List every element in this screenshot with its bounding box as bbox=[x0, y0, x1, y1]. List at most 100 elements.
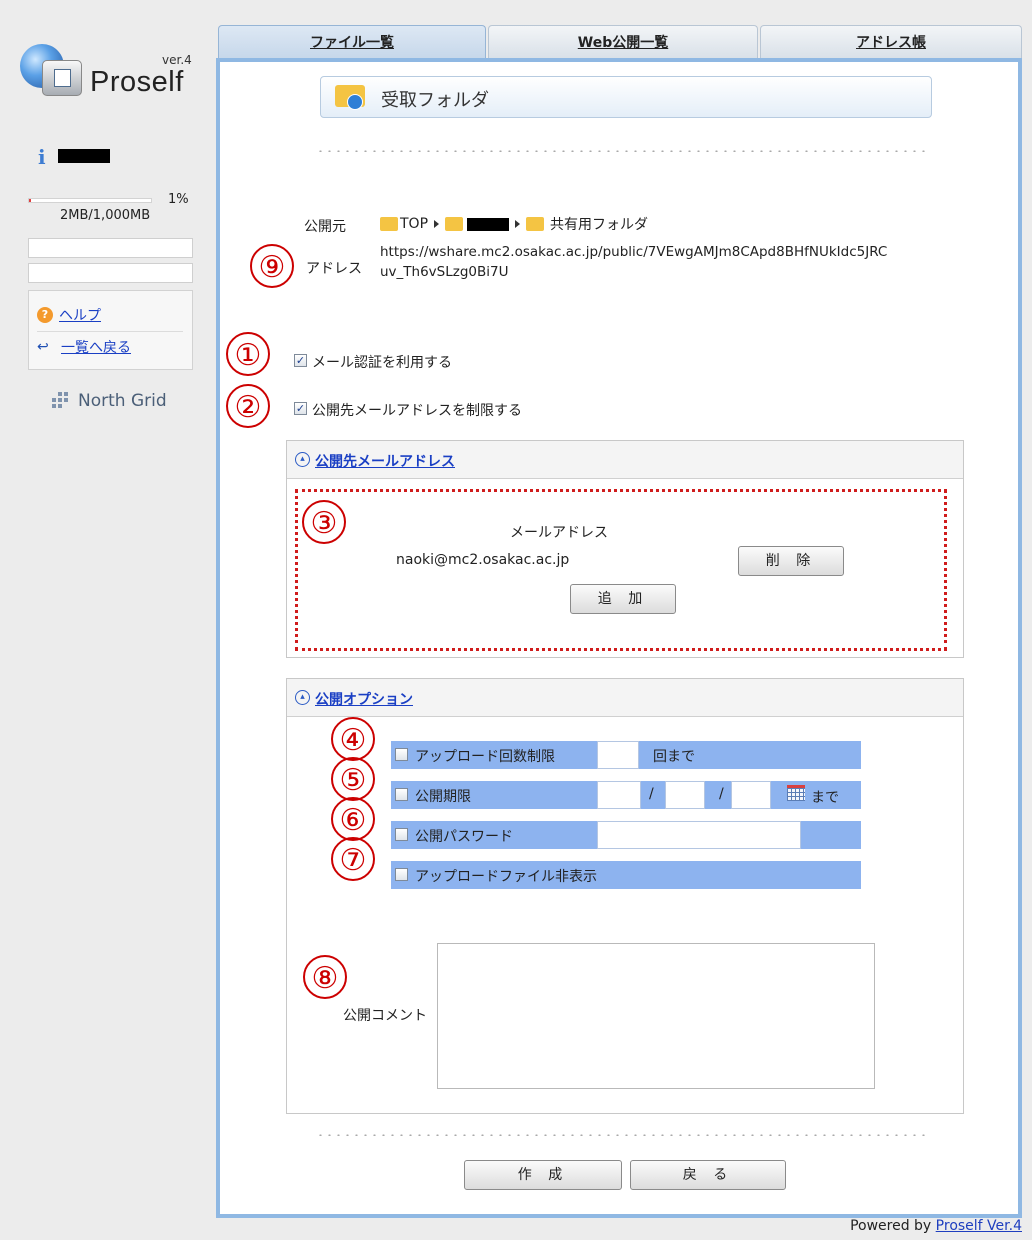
sidebar-empty-box bbox=[28, 238, 193, 258]
delete-button[interactable]: 削 除 bbox=[738, 546, 844, 576]
mail-address-section-header[interactable]: ▴ 公開先メールアドレス bbox=[287, 441, 963, 479]
quota-percent: 1% bbox=[168, 192, 189, 207]
user-folder-icon bbox=[445, 217, 464, 231]
quota-progress-bar bbox=[28, 198, 152, 203]
calendar-icon[interactable] bbox=[787, 785, 805, 801]
brand-name: Proself bbox=[90, 66, 184, 98]
expiry-year-input[interactable] bbox=[597, 781, 641, 809]
back-button[interactable]: 戻 る bbox=[630, 1160, 786, 1190]
tab-web-publish-list[interactable]: Web公開一覧 bbox=[488, 25, 758, 59]
redacted-username bbox=[58, 149, 110, 163]
breadcrumb-top[interactable]: TOP bbox=[400, 216, 428, 232]
back-to-list-label[interactable]: 一覧へ戻る bbox=[61, 337, 131, 357]
collapse-icon[interactable]: ▴ bbox=[295, 690, 310, 705]
north-grid-icon bbox=[52, 392, 68, 408]
back-to-list-link[interactable]: ↩ 一覧へ戻る bbox=[37, 335, 131, 359]
footer: Powered by Proself Ver.4 bbox=[850, 1218, 1022, 1234]
sidebar bbox=[10, 10, 206, 1210]
folder-title-bar: 受取フォルダ bbox=[320, 76, 932, 118]
divider bbox=[316, 1134, 930, 1136]
brand-version: ver.4 bbox=[162, 53, 192, 67]
publish-options-header[interactable]: ▴ 公開オプション bbox=[287, 679, 963, 717]
add-button[interactable]: 追 加 bbox=[570, 584, 676, 614]
folder-icon bbox=[335, 85, 365, 110]
breadcrumb: TOP 共有用フォルダ bbox=[380, 214, 648, 234]
hide-files-label: アップロードファイル非表示 bbox=[415, 869, 597, 885]
hide-files-row: アップロードファイル非表示 bbox=[391, 861, 861, 889]
annotation-6: ⑥ bbox=[331, 797, 375, 841]
breadcrumb-separator-icon bbox=[434, 220, 440, 228]
folder-title: 受取フォルダ bbox=[381, 90, 489, 111]
upload-limit-checkbox[interactable] bbox=[395, 748, 408, 761]
back-arrow-icon: ↩ bbox=[37, 339, 49, 355]
upload-limit-input[interactable] bbox=[597, 741, 639, 769]
tab-address-book-label[interactable]: アドレス帳 bbox=[856, 35, 926, 51]
quota-usage: 2MB/1,000MB bbox=[60, 208, 151, 223]
public-url-line1: https://wshare.mc2.osakac.ac.jp/public/7… bbox=[380, 244, 888, 260]
publish-options-section: ▴ 公開オプション ④ アップロード回数制限 回まで ⑤ 公開期限 / / まで… bbox=[286, 678, 964, 1114]
expiry-label: 公開期限 bbox=[415, 789, 471, 805]
redacted-folder-name bbox=[467, 217, 510, 231]
help-link-label[interactable]: ヘルプ bbox=[59, 305, 101, 325]
annotation-4: ④ bbox=[331, 717, 375, 761]
footer-prefix: Powered by bbox=[850, 1218, 936, 1234]
annotation-3: ③ bbox=[302, 500, 346, 544]
tab-file-list-label[interactable]: ファイル一覧 bbox=[310, 35, 394, 51]
password-input[interactable] bbox=[597, 821, 801, 849]
upload-limit-suffix: 回まで bbox=[653, 749, 695, 765]
create-button[interactable]: 作 成 bbox=[464, 1160, 622, 1190]
info-icon: i bbox=[38, 145, 46, 169]
tab-address-book[interactable]: アドレス帳 bbox=[760, 25, 1022, 59]
mail-auth-checkbox[interactable]: ✓ bbox=[294, 354, 307, 367]
north-grid-logo: North Grid bbox=[50, 390, 167, 412]
mail-address-section-title[interactable]: 公開先メールアドレス bbox=[315, 451, 455, 471]
folder-icon bbox=[380, 217, 398, 231]
annotation-2: ② bbox=[226, 384, 270, 428]
expiry-row: 公開期限 / / まで bbox=[391, 781, 861, 809]
proself-logo: ver.4 Proself bbox=[14, 30, 194, 110]
footer-link[interactable]: Proself Ver.4 bbox=[936, 1218, 1022, 1234]
annotation-8: ⑧ bbox=[303, 955, 347, 999]
date-separator: / bbox=[719, 786, 724, 802]
mail-address-section: ▴ 公開先メールアドレス ③ メールアドレス naoki@mc2.osakac.… bbox=[286, 440, 964, 658]
divider bbox=[316, 150, 930, 152]
annotation-7: ⑦ bbox=[331, 837, 375, 881]
password-row: 公開パスワード bbox=[391, 821, 861, 849]
collapse-icon[interactable]: ▴ bbox=[295, 452, 310, 467]
tab-web-publish-list-label[interactable]: Web公開一覧 bbox=[578, 35, 668, 51]
file-box-icon bbox=[42, 60, 82, 96]
restrict-address-checkbox[interactable]: ✓ bbox=[294, 402, 307, 415]
annotation-1: ① bbox=[226, 332, 270, 376]
source-label: 公開元 bbox=[304, 219, 346, 235]
main-panel: 受取フォルダ 公開元 TOP 共有用フォルダ ⑨ アドレス https://ws… bbox=[216, 58, 1022, 1218]
upload-limit-row: アップロード回数制限 回まで bbox=[391, 741, 861, 769]
expiry-day-input[interactable] bbox=[731, 781, 771, 809]
publish-options-title[interactable]: 公開オプション bbox=[315, 689, 413, 709]
expiry-checkbox[interactable] bbox=[395, 788, 408, 801]
password-checkbox[interactable] bbox=[395, 828, 408, 841]
public-url[interactable]: https://wshare.mc2.osakac.ac.jp/public/7… bbox=[380, 242, 960, 282]
annotation-9: ⑨ bbox=[250, 244, 294, 288]
expiry-suffix: まで bbox=[811, 790, 839, 806]
comment-label: 公開コメント bbox=[343, 1008, 427, 1024]
tab-file-list[interactable]: ファイル一覧 bbox=[218, 25, 486, 59]
sidebar-links: ? ヘルプ ↩ 一覧へ戻る bbox=[28, 290, 193, 370]
mail-address-list: ③ メールアドレス naoki@mc2.osakac.ac.jp 削 除 追 加 bbox=[295, 489, 947, 651]
annotation-5: ⑤ bbox=[331, 757, 375, 801]
hide-files-checkbox[interactable] bbox=[395, 868, 408, 881]
help-link[interactable]: ? ヘルプ bbox=[37, 303, 101, 327]
breadcrumb-separator-icon bbox=[515, 220, 521, 228]
mail-column-header: メールアドレス bbox=[510, 525, 608, 541]
sidebar-empty-box bbox=[28, 263, 193, 283]
address-label: アドレス bbox=[306, 261, 362, 277]
date-separator: / bbox=[649, 786, 654, 802]
help-icon: ? bbox=[37, 307, 53, 323]
expiry-month-input[interactable] bbox=[665, 781, 705, 809]
folder-icon bbox=[526, 217, 545, 231]
restrict-address-label: 公開先メールアドレスを制限する bbox=[312, 403, 522, 419]
mail-address-value: naoki@mc2.osakac.ac.jp bbox=[396, 552, 570, 568]
north-grid-label: North Grid bbox=[78, 391, 167, 411]
upload-limit-label: アップロード回数制限 bbox=[415, 749, 555, 765]
breadcrumb-shared-folder[interactable]: 共有用フォルダ bbox=[550, 214, 648, 234]
comment-textarea[interactable] bbox=[437, 943, 875, 1089]
